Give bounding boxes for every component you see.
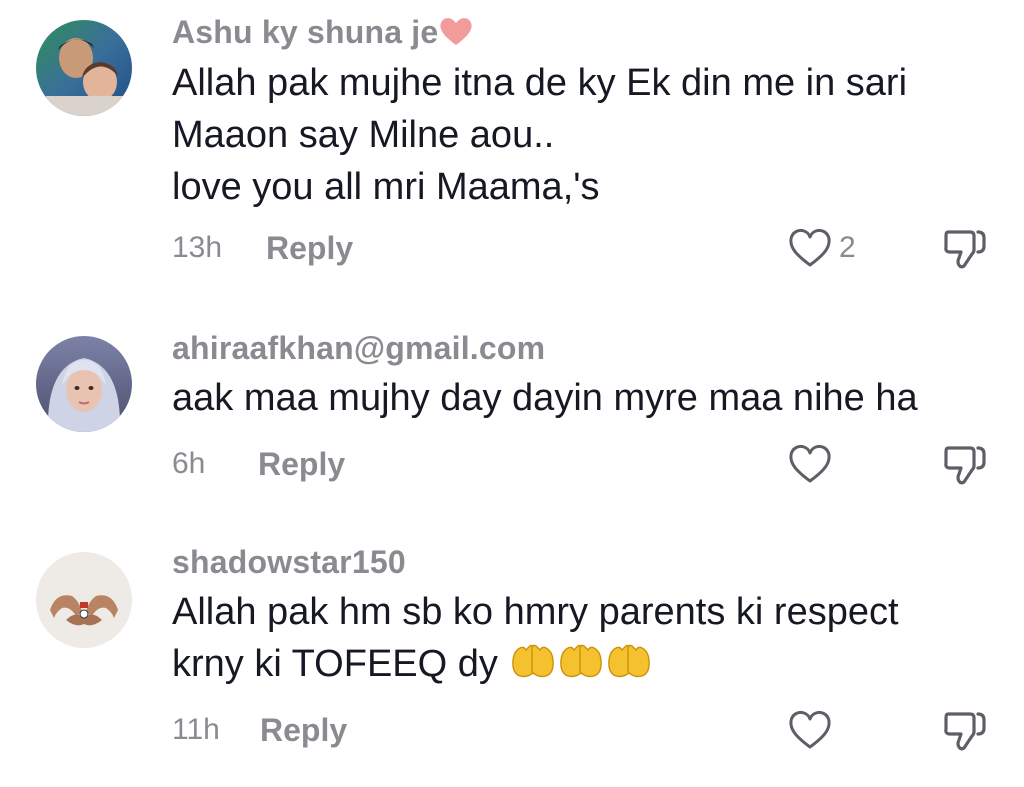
- comment-line: krny ki TOFEEQ dy: [172, 643, 652, 685]
- like-count: 2: [839, 231, 856, 264]
- raised-hands-emoji-icon: [560, 644, 603, 678]
- like-button[interactable]: [787, 708, 839, 752]
- username-text: Ashu ky shuna je: [172, 14, 439, 50]
- reply-button[interactable]: Reply: [260, 708, 347, 752]
- comment-line: Allah pak mujhe itna de ky Ek din me in …: [172, 62, 908, 104]
- like-button[interactable]: 2: [787, 226, 856, 270]
- reply-button[interactable]: Reply: [258, 442, 345, 486]
- comment-line: love you all mri Maama,'s: [172, 166, 600, 208]
- comment-line: Maaon say Milne aou..: [172, 114, 555, 156]
- dislike-button[interactable]: [940, 442, 988, 486]
- thumbs-down-icon: [944, 230, 986, 269]
- comment-text: Allah pak mujhe itna de ky Ek din me in …: [172, 57, 992, 213]
- timestamp: 11h: [172, 713, 220, 746]
- raised-hands-emoji-icon: [608, 644, 651, 678]
- heart-emoji-icon: [440, 18, 472, 45]
- comment-line: aak maa mujhy day dayin myre maa nihe ha: [172, 377, 918, 419]
- timestamp: 13h: [172, 231, 223, 264]
- username[interactable]: shadowstar150: [172, 542, 406, 582]
- comment-line: Allah pak hm sb ko hmry parents ki respe…: [172, 591, 899, 633]
- raised-hands-emoji-icon: [512, 644, 555, 678]
- thumbs-down-icon: [944, 446, 986, 485]
- dislike-button[interactable]: [940, 226, 988, 270]
- dislike-button[interactable]: [940, 708, 988, 752]
- username[interactable]: ahiraafkhan@gmail.com: [172, 328, 545, 368]
- heart-icon: [789, 228, 831, 267]
- username[interactable]: Ashu ky shuna je: [172, 12, 474, 52]
- avatar[interactable]: [36, 336, 132, 432]
- comment-line-text: krny ki TOFEEQ dy: [172, 643, 498, 685]
- comment-actions: 6h Reply: [172, 442, 992, 486]
- thumbs-down-icon: [944, 712, 986, 751]
- comment-text: Allah pak hm sb ko hmry parents ki respe…: [172, 586, 992, 690]
- timestamp: 6h: [172, 447, 206, 480]
- heart-icon: [789, 710, 831, 749]
- avatar-photo: [36, 20, 132, 116]
- avatar[interactable]: [36, 20, 132, 116]
- like-button[interactable]: [787, 442, 839, 486]
- comment-text: aak maa mujhy day dayin myre maa nihe ha: [172, 372, 992, 424]
- avatar[interactable]: [36, 552, 132, 648]
- reply-button[interactable]: Reply: [266, 226, 353, 270]
- comment-actions: 13h Reply 2: [172, 226, 992, 270]
- heart-icon: [789, 444, 831, 483]
- avatar-photo: [36, 552, 132, 648]
- avatar-photo: [36, 336, 132, 432]
- comment-actions: 11h Reply: [172, 708, 992, 752]
